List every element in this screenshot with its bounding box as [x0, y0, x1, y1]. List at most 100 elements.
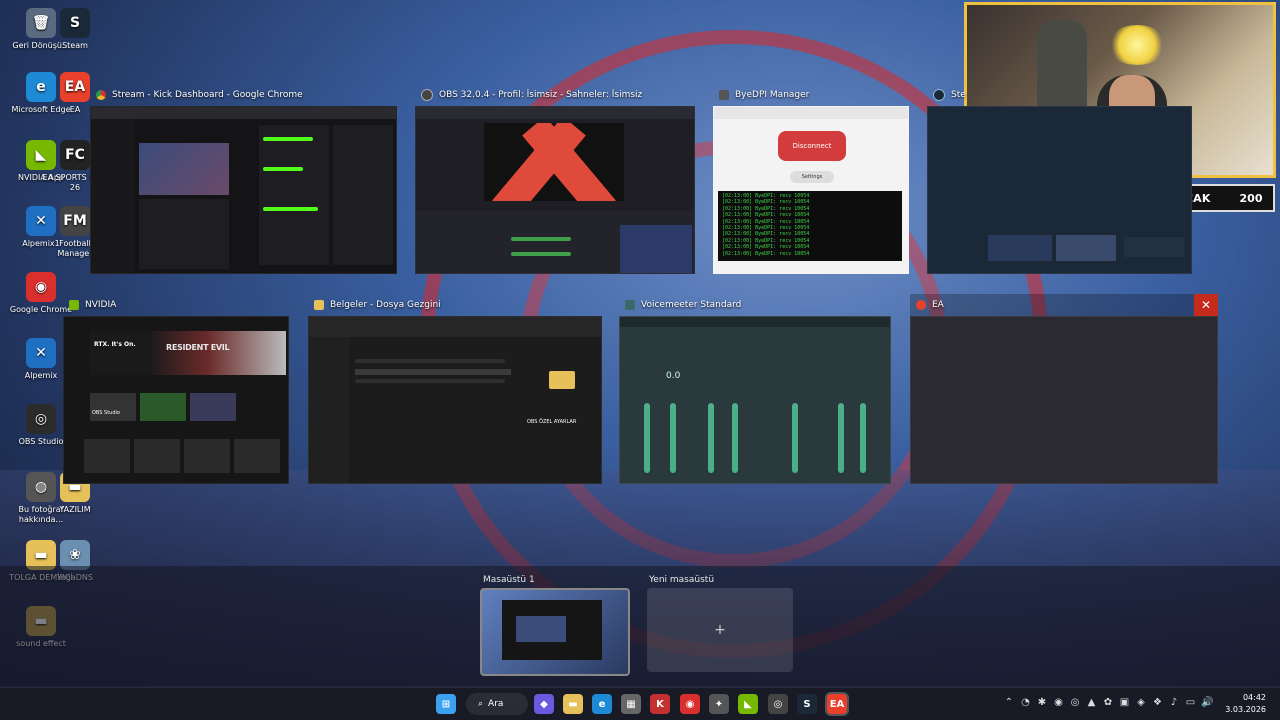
obs-icon[interactable]: ◎ — [768, 694, 788, 714]
clock-time: 04:42 — [1242, 693, 1266, 702]
tray-icon[interactable]: ⌃ — [1003, 697, 1015, 709]
search-button[interactable]: ⌕ Ara — [466, 693, 528, 715]
window-byedpi[interactable]: ByeDPI Manager Disconnect Settings [02:1… — [713, 84, 909, 274]
window-title: ByeDPI Manager — [735, 90, 810, 100]
close-icon: ✕ — [1200, 298, 1212, 312]
window-title: Ste — [951, 90, 966, 100]
settings-button[interactable]: Settings — [790, 171, 834, 183]
window-title-bar: Voicemeeter Standard — [619, 294, 891, 316]
window-thumbnail — [415, 106, 695, 274]
game-title: RESIDENT EVIL — [166, 343, 230, 352]
obs-icon: ◎ — [26, 404, 56, 434]
alpemix-icon: ✕ — [26, 338, 56, 368]
window-thumbnail — [927, 106, 1192, 274]
window-ea[interactable]: EA ✕ — [910, 294, 1218, 484]
window-title-bar: Belgeler - Dosya Gezgini — [308, 294, 602, 316]
tray-icon[interactable]: 🔊 — [1201, 697, 1213, 709]
log-panel: [02:13:00] ByeDPI: recv 10054 [02:13:00] … — [718, 191, 902, 261]
window-thumbnail: 0.0 — [619, 316, 891, 484]
window-thumbnail — [910, 316, 1218, 484]
ea-icon[interactable]: EA — [825, 692, 849, 716]
window-thumbnail: OBS ÖZEL AYARLAR — [308, 316, 602, 484]
tray-icon[interactable]: ▭ — [1185, 697, 1197, 709]
window-chrome[interactable]: Stream - Kick Dashboard - Google Chrome — [90, 84, 397, 274]
window-title: Belgeler - Dosya Gezgini — [330, 300, 441, 310]
window-title-bar: EA — [910, 294, 1218, 316]
byedpi-icon — [719, 90, 729, 100]
close-window-button[interactable]: ✕ — [1194, 294, 1218, 316]
window-title-bar: ByeDPI Manager — [713, 84, 909, 106]
obs-icon — [421, 89, 433, 101]
desktop-icon-label: YAZILIM — [59, 505, 91, 514]
log-line: [02:13:00] ByeDPI: recv 10054 — [722, 250, 810, 257]
tray-icon[interactable]: ▣ — [1119, 697, 1131, 709]
tray-icon[interactable]: ✱ — [1036, 697, 1048, 709]
window-thumbnail — [90, 106, 397, 274]
store-icon[interactable]: ▦ — [621, 694, 641, 714]
tray-icon[interactable]: ✿ — [1102, 697, 1114, 709]
window-obs[interactable]: OBS 32.0.4 - Profil: İsimsiz - Sahneler:… — [415, 84, 695, 274]
football-manager-icon: FM — [60, 206, 90, 236]
chrome-icon — [96, 90, 106, 100]
banner-value: 200 — [1239, 191, 1263, 205]
easports-icon: FC — [60, 140, 90, 170]
start-icon[interactable]: ⊞ — [436, 694, 456, 714]
chrome-icon: ◉ — [26, 272, 56, 302]
edge-icon[interactable]: e — [592, 694, 612, 714]
window-title: Voicemeeter Standard — [641, 300, 742, 310]
kick-icon[interactable]: K — [650, 694, 670, 714]
taskbar: ⌕ Ara ⊞ ◆ ▬ e ▦ K ◉ ✦ ◣ ◎ S EA ⌃ ◔ ✱ ◉ ◎ ▲ ✿ ▣ ◈ ❖ ♪ ▭ 🔊 04:42 … — [0, 687, 1280, 720]
selected-folder-name: OBS ÖZEL AYARLAR — [527, 419, 577, 425]
virtual-desktop-thumbnail[interactable] — [480, 588, 630, 676]
ea-icon: EA — [60, 72, 90, 102]
search-icon: ⌕ — [478, 699, 484, 709]
search-label: Ara — [488, 699, 504, 709]
window-title: EA — [932, 300, 944, 310]
widgets-icon[interactable]: ◆ — [534, 694, 554, 714]
window-title: Stream - Kick Dashboard - Google Chrome — [112, 90, 303, 100]
chrome-icon[interactable]: ◉ — [680, 694, 700, 714]
window-title-bar: Stream - Kick Dashboard - Google Chrome — [90, 84, 397, 106]
voicemeeter-icon — [625, 300, 635, 310]
window-title-bar: OBS 32.0.4 - Profil: İsimsiz - Sahneler:… — [415, 84, 695, 106]
tray-icon[interactable]: ▲ — [1086, 697, 1098, 709]
tray-icon[interactable]: ◉ — [1053, 697, 1065, 709]
steam-icon: S — [60, 8, 90, 38]
tray-icon[interactable]: ❖ — [1152, 697, 1164, 709]
file-explorer-icon[interactable]: ▬ — [563, 694, 583, 714]
virtual-desktop-label: Yeni masaüstü — [649, 575, 715, 585]
tray-icon[interactable]: ◔ — [1020, 697, 1032, 709]
nvidia-icon[interactable]: ◣ — [738, 694, 758, 714]
folder-icon — [314, 300, 324, 310]
ea-icon — [916, 300, 926, 310]
nvidia-icon — [69, 300, 79, 310]
desktop-icon[interactable]: S Steam — [42, 8, 108, 51]
level-readout: 0.0 — [666, 371, 681, 381]
window-title-bar: Ste — [927, 84, 1192, 106]
promo-text: RTX. It's On. — [94, 341, 136, 348]
window-explorer[interactable]: Belgeler - Dosya Gezgini OBS ÖZEL AYARLA… — [308, 294, 602, 484]
window-title-bar: NVIDIA — [63, 294, 289, 316]
window-nvidia[interactable]: NVIDIA RTX. It's On. RESIDENT EVIL OBS S… — [63, 294, 289, 484]
disconnect-button[interactable]: Disconnect — [778, 131, 846, 161]
tray-icon[interactable]: ♪ — [1168, 697, 1180, 709]
virtual-desktop-1[interactable]: Masaüstü 1 — [480, 572, 630, 676]
virtual-desktop-label: Masaüstü 1 — [483, 575, 535, 585]
steam-icon — [933, 89, 945, 101]
app-icon[interactable]: ✦ — [709, 694, 729, 714]
window-title: NVIDIA — [85, 300, 117, 310]
window-title: OBS 32.0.4 - Profil: İsimsiz - Sahneler:… — [439, 90, 643, 100]
clock[interactable]: 04:42 3.03.2026 — [1225, 692, 1266, 716]
tray-icon[interactable]: ◎ — [1069, 697, 1081, 709]
virtual-desktops-panel — [0, 566, 1280, 686]
tray-icon[interactable]: ◈ — [1135, 697, 1147, 709]
steam-icon[interactable]: S — [797, 694, 817, 714]
window-voicemeeter[interactable]: Voicemeeter Standard 0.0 — [619, 294, 891, 484]
plus-icon: + — [714, 622, 726, 638]
window-steam[interactable]: Ste — [927, 84, 1192, 274]
window-thumbnail: Disconnect Settings [02:13:00] ByeDPI: r… — [713, 106, 909, 274]
desktop-icon-label: Steam — [62, 41, 88, 50]
new-desktop-button[interactable]: + — [647, 588, 793, 672]
tile-label: OBS Studio — [92, 410, 120, 416]
virtual-desktop-new[interactable]: Yeni masaüstü + — [647, 572, 795, 672]
